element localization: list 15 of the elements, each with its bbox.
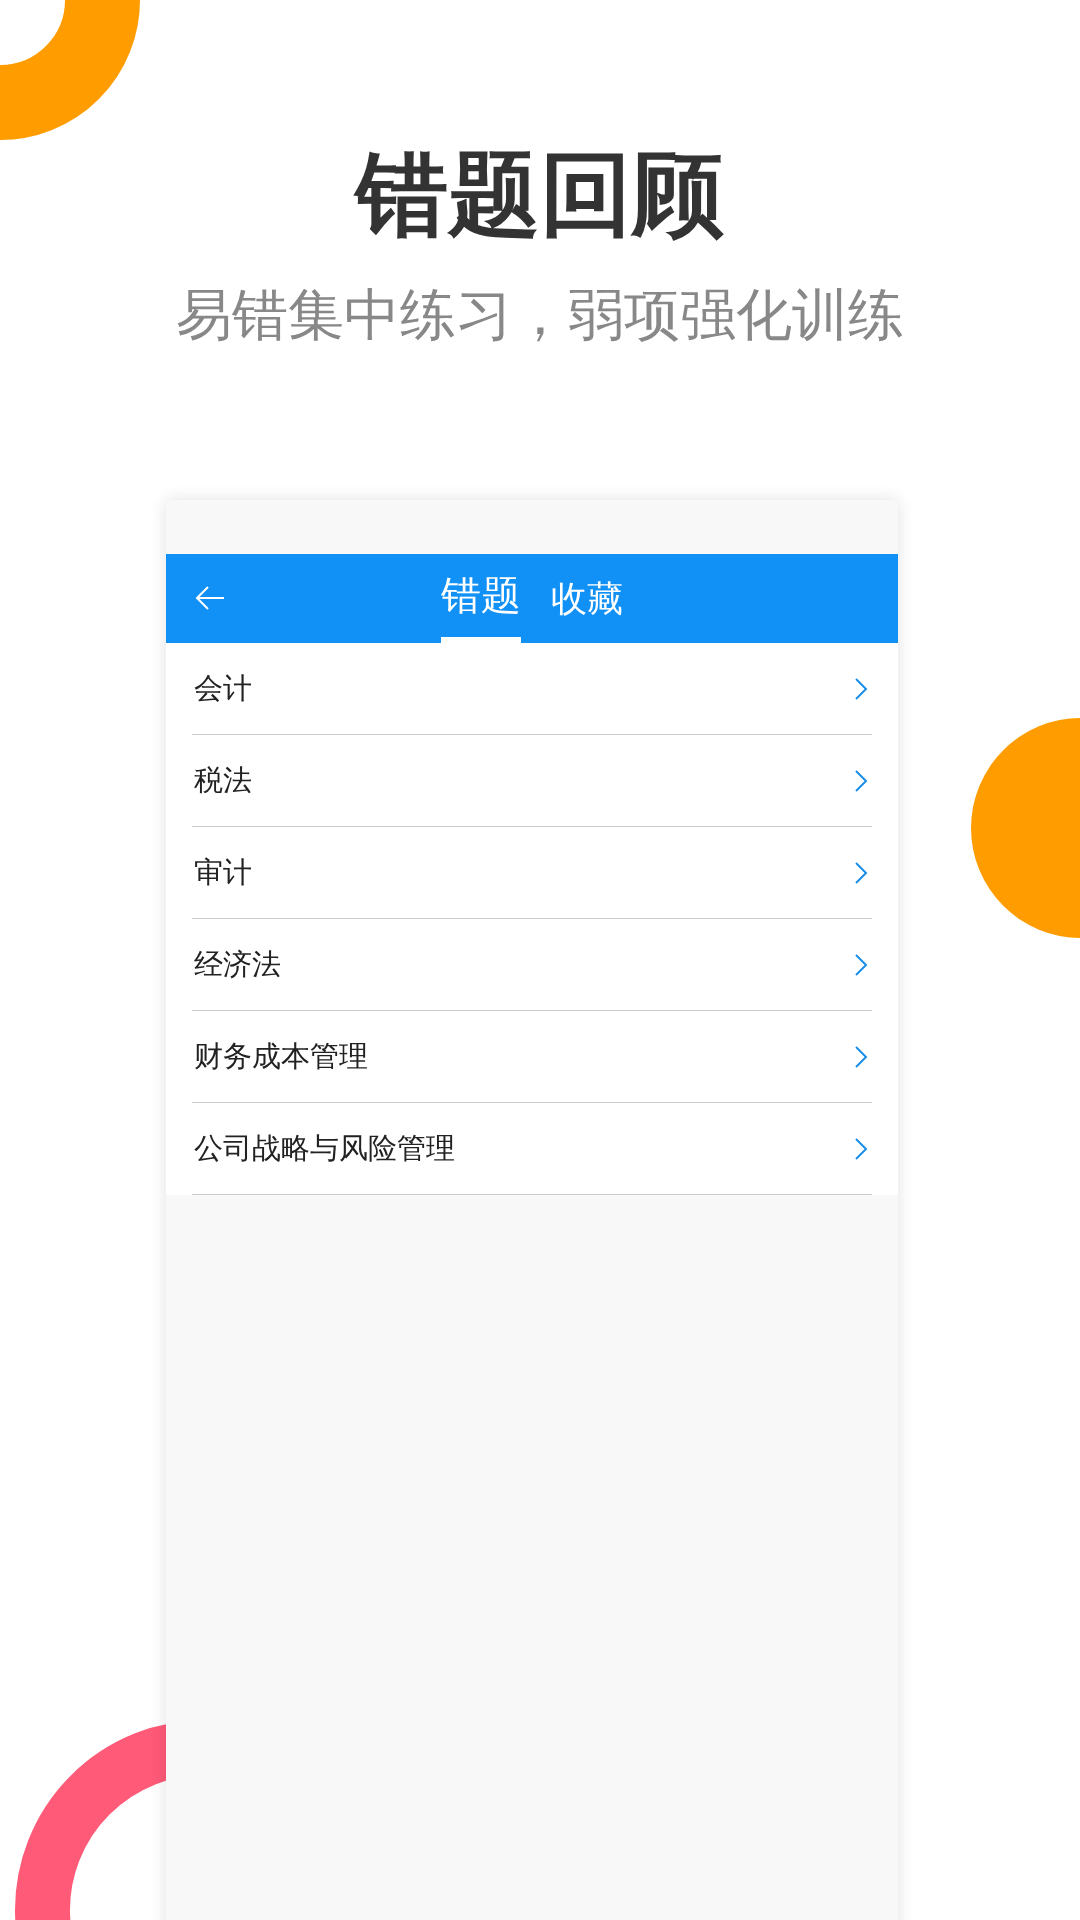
chevron-right-icon: [854, 860, 868, 885]
chevron-right-icon: [854, 1136, 868, 1161]
headline-title: 错题回顾: [330, 140, 750, 250]
chevron-right-icon: [854, 768, 868, 793]
subject-item[interactable]: 公司战略与风险管理: [192, 1103, 872, 1195]
back-arrow-icon[interactable]: [194, 584, 226, 612]
chevron-right-icon: [854, 952, 868, 977]
subject-item[interactable]: 税法: [192, 735, 872, 827]
subject-item[interactable]: 会计: [192, 643, 872, 735]
subject-item[interactable]: 财务成本管理: [192, 1011, 872, 1103]
chevron-right-icon: [854, 1044, 868, 1069]
headline-subtitle: 易错集中练习，弱项强化训练: [175, 281, 905, 349]
subject-item[interactable]: 审计: [192, 827, 872, 919]
subject-item[interactable]: 经济法: [192, 919, 872, 1011]
chevron-right-icon: [854, 676, 868, 701]
